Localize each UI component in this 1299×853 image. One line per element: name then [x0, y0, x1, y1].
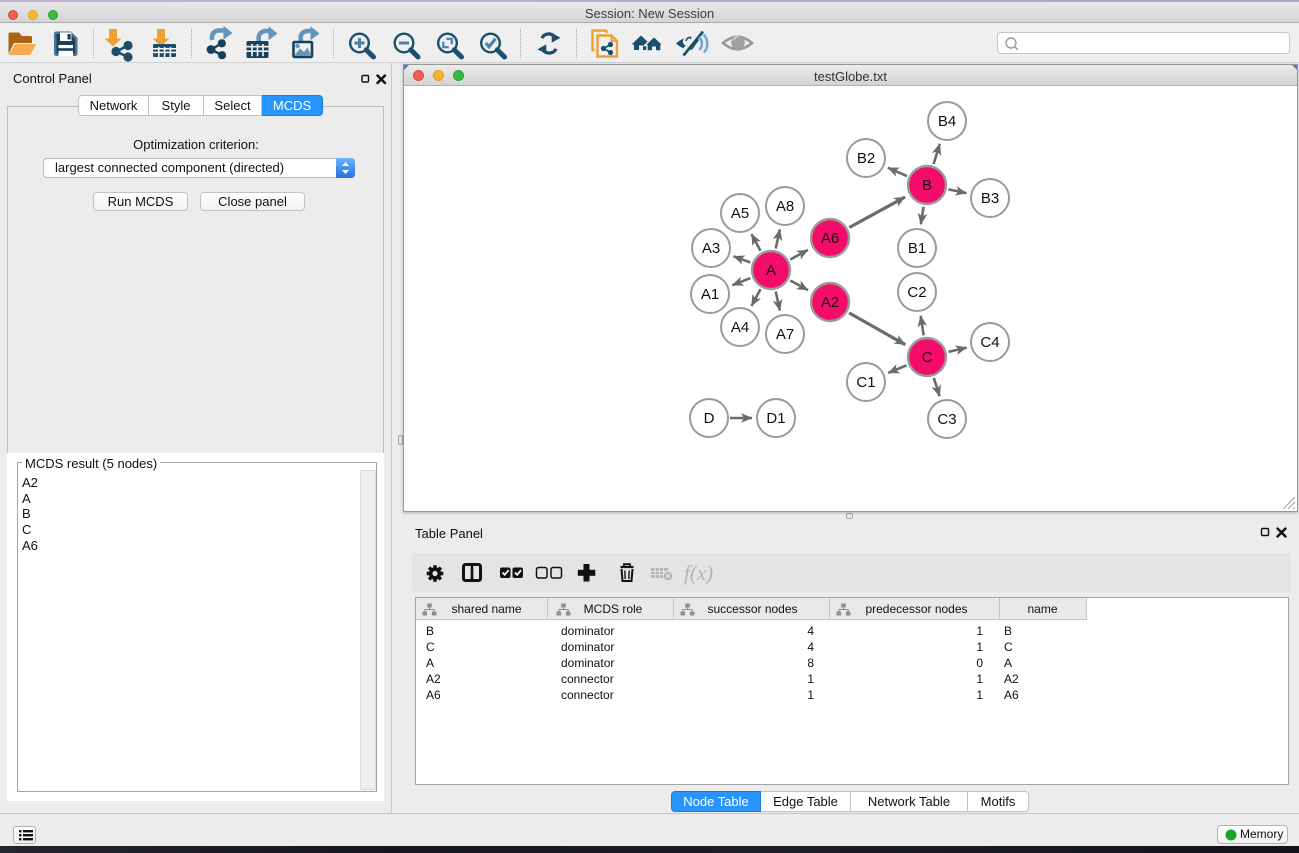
svg-text:A8: A8: [776, 198, 794, 215]
svg-text:D: D: [704, 410, 715, 427]
svg-text:B1: B1: [908, 240, 926, 257]
svg-text:C3: C3: [937, 411, 956, 428]
svg-text:A5: A5: [731, 205, 749, 222]
svg-text:A2: A2: [821, 294, 839, 311]
svg-text:A3: A3: [702, 240, 720, 257]
svg-text:A4: A4: [731, 319, 749, 336]
svg-text:A: A: [766, 262, 776, 279]
svg-text:C1: C1: [856, 374, 875, 391]
svg-text:B: B: [922, 177, 932, 194]
svg-text:A1: A1: [701, 286, 719, 303]
svg-text:C4: C4: [980, 334, 999, 351]
svg-text:D1: D1: [766, 410, 785, 427]
svg-text:C2: C2: [907, 284, 926, 301]
svg-text:B4: B4: [938, 113, 956, 130]
svg-text:A7: A7: [776, 326, 794, 343]
svg-text:C: C: [922, 349, 933, 366]
svg-text:A6: A6: [821, 230, 839, 247]
svg-text:B2: B2: [857, 150, 875, 167]
svg-text:B3: B3: [981, 190, 999, 207]
svg-text:f(x): f(x): [684, 561, 713, 585]
